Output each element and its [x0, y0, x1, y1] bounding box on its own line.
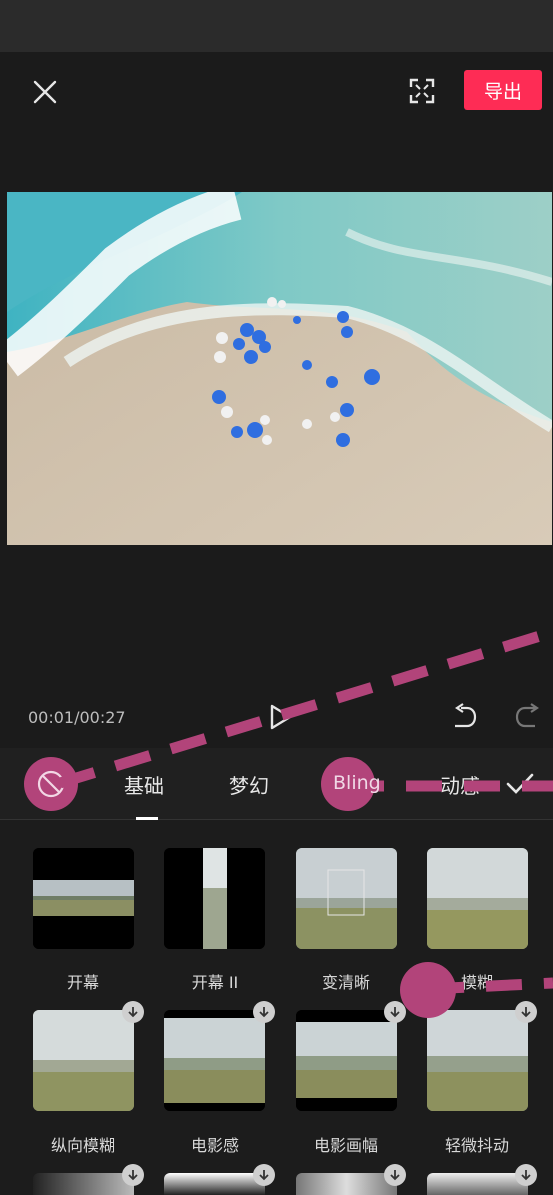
download-icon[interactable]	[253, 1164, 275, 1186]
no-effect-icon	[37, 770, 65, 798]
effect-preview	[296, 848, 397, 949]
effect-preview	[164, 1010, 265, 1111]
effect-preview	[33, 848, 134, 949]
effect-preview	[33, 1010, 134, 1111]
no-effect-button[interactable]	[24, 757, 78, 811]
effect-preview	[427, 1010, 528, 1111]
effect-preview	[296, 1010, 397, 1111]
effect-thumb-vertical-blur[interactable]	[33, 1010, 134, 1111]
video-frame	[7, 192, 552, 545]
effect-thumb-blur[interactable]	[427, 848, 528, 949]
download-icon[interactable]	[384, 1164, 406, 1186]
download-icon[interactable]	[515, 1164, 537, 1186]
effect-label: 开幕 II	[191, 973, 239, 992]
download-icon[interactable]	[253, 1001, 275, 1023]
effect-thumb-open[interactable]	[33, 848, 134, 949]
tab-dynamic[interactable]: 动感	[440, 770, 480, 799]
fullscreen-icon	[409, 78, 435, 104]
playback-time: 00:01/00:27	[28, 708, 126, 727]
export-button[interactable]: 导出	[464, 70, 542, 110]
tab-bling[interactable]: Bling	[333, 772, 381, 794]
tab-dreamy[interactable]: 梦幻	[229, 770, 269, 799]
play-button[interactable]	[266, 702, 294, 732]
close-button[interactable]	[30, 77, 60, 107]
effect-thumb-partial[interactable]	[33, 1173, 134, 1195]
effect-preview	[427, 848, 528, 949]
effect-thumb-cinematic[interactable]	[164, 1010, 265, 1111]
effect-thumb-partial[interactable]	[164, 1173, 265, 1195]
effect-thumb-sharpen[interactable]	[296, 848, 397, 949]
download-icon[interactable]	[122, 1001, 144, 1023]
tab-basic[interactable]: 基础	[124, 770, 164, 799]
video-preview[interactable]	[7, 192, 552, 545]
redo-button[interactable]	[511, 702, 541, 732]
effect-label: 纵向模糊	[50, 1136, 115, 1155]
effect-label: 变清晰	[321, 973, 370, 992]
check-icon	[506, 773, 534, 794]
download-icon[interactable]	[122, 1164, 144, 1186]
undo-icon	[455, 703, 477, 728]
download-icon[interactable]	[515, 1001, 537, 1023]
fullscreen-button[interactable]	[407, 76, 437, 106]
effect-label: 电影感	[190, 1136, 239, 1155]
effect-label: 电影画幅	[313, 1136, 378, 1155]
undo-button[interactable]	[449, 702, 479, 732]
effect-thumb-widescreen[interactable]	[296, 1010, 397, 1111]
play-icon	[270, 704, 292, 730]
confirm-button[interactable]	[505, 770, 535, 798]
effect-thumb-partial[interactable]	[296, 1173, 397, 1195]
effect-label: 轻微抖动	[444, 1136, 509, 1155]
touch-point	[400, 962, 456, 1018]
close-icon	[33, 80, 57, 104]
effect-label: 开幕	[66, 973, 99, 992]
effect-thumb-open-2[interactable]	[164, 848, 265, 949]
effect-preview	[164, 848, 265, 949]
app-screen: 导出 00:01/00:27 基础 梦幻 动感 开幕 开幕 II 变清晰 模糊 …	[0, 0, 553, 1195]
effect-thumb-partial[interactable]	[427, 1173, 528, 1195]
status-bar	[0, 0, 553, 52]
redo-icon	[515, 703, 539, 728]
download-icon[interactable]	[384, 1001, 406, 1023]
effect-thumb-shake[interactable]	[427, 1010, 528, 1111]
